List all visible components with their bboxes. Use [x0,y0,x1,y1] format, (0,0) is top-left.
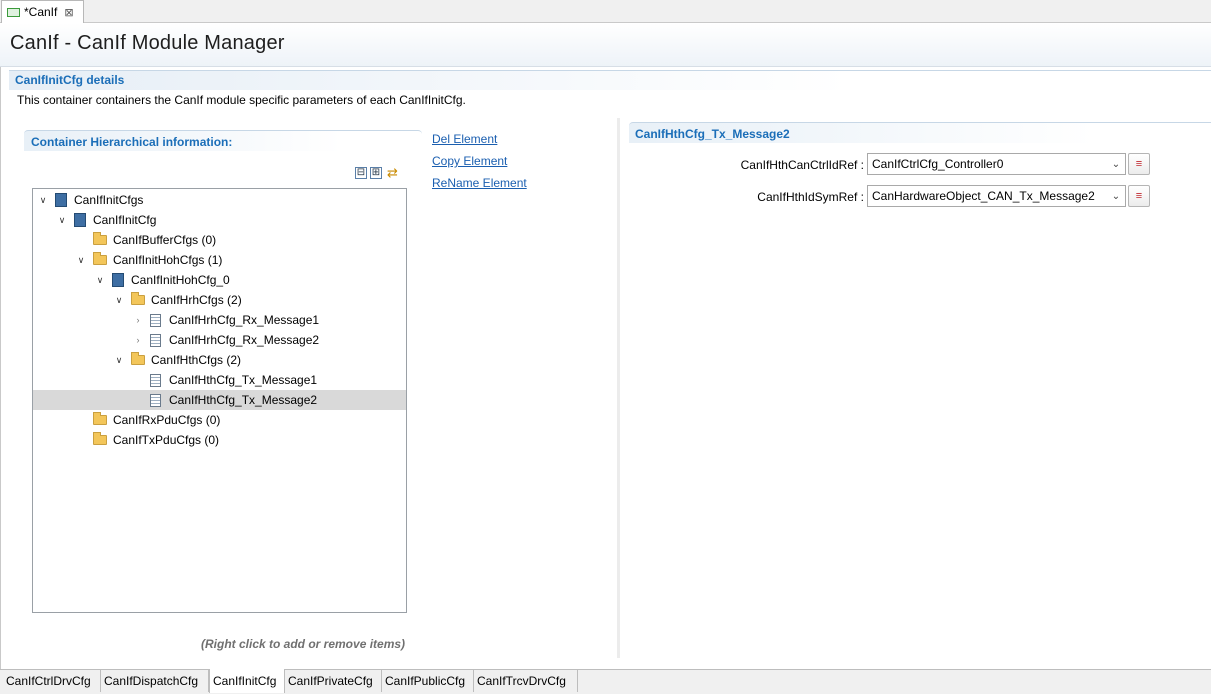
tree-item-label: CanIfInitCfgs [74,193,144,207]
tree-item-label: CanIfInitHohCfg_0 [131,273,230,287]
section-title: CanIfInitCfg details [15,73,125,87]
doc-icon [150,393,161,407]
chevron-right-icon[interactable]: › [132,335,144,345]
tree-item[interactable]: › CanIfHrhCfg_Rx_Message2 [33,330,406,350]
rename-element-link[interactable]: ReName Element [432,176,527,190]
page-tab[interactable]: CanIfInitCfg [209,669,285,693]
hierarchy-header: Container Hierarchical information: [24,130,422,151]
tree-item[interactable]: ∨ CanIfHthCfgs (2) [33,350,406,370]
page-tab[interactable]: CanIfPublicCfg [382,670,474,692]
page-tab[interactable]: CanIfCtrlDrvCfg [3,670,101,692]
tree-item-label: CanIfHrhCfgs (2) [151,293,242,307]
panel-splitter[interactable] [617,118,620,658]
page-tab[interactable]: CanIfTrcvDrvCfg [474,670,578,692]
tree-item[interactable]: › CanIfHrhCfg_Rx_Message1 [33,310,406,330]
page-title: CanIf - CanIf Module Manager [10,32,285,54]
doc-icon [150,373,161,387]
section-header: CanIfInitCfg details [9,70,1211,90]
link-with-editor-icon[interactable]: ⇄ [385,166,400,179]
collapse-all-icon[interactable]: ⊟ [355,167,367,179]
book-icon [74,213,86,227]
folder-icon [93,432,107,445]
doc-icon [150,333,161,347]
chevron-down-icon[interactable]: ∨ [113,355,125,366]
chevron-down-icon[interactable]: ∨ [75,255,87,266]
tree-item-label: CanIfInitCfg [93,213,157,227]
idsymref-value: CanHardwareObject_CAN_Tx_Message2 [872,189,1095,203]
tree-item-label: CanIfHthCfgs (2) [151,353,242,367]
tree-item[interactable]: CanIfRxPduCfgs (0) [33,410,406,430]
close-icon[interactable]: ⊠ [64,6,73,19]
tree-item-label: CanIfInitHohCfgs (1) [113,253,223,267]
folder-icon [131,292,145,305]
chevron-down-icon[interactable]: ∨ [113,295,125,306]
detail-header: CanIfHthCfg_Tx_Message2 [629,122,1211,143]
tree-item[interactable]: CanIfHthCfg_Tx_Message2 [33,390,406,410]
tree-item-label: CanIfTxPduCfgs (0) [113,433,220,447]
tree-item-label: CanIfRxPduCfgs (0) [113,413,221,427]
hierarchy-title: Container Hierarchical information: [31,135,233,149]
folder-icon [131,352,145,365]
idsymref-label: CanIfHthIdSymRef : [757,190,864,204]
chevron-down-icon[interactable]: ∨ [56,215,68,226]
tree-item[interactable]: ∨ CanIfInitCfgs [33,190,406,210]
tree-item[interactable]: ∨ CanIfInitHohCfg_0 [33,270,406,290]
del-element-link[interactable]: Del Element [432,132,497,146]
frame-border [0,23,1,669]
chevron-down-icon[interactable]: ⌄ [1107,159,1125,170]
editor-tab-strip: *CanIf ⊠ [0,0,1211,23]
editor-tab-canif[interactable]: *CanIf ⊠ [1,0,84,23]
chevron-right-icon[interactable]: › [132,315,144,325]
form-header: CanIf - CanIf Module Manager [0,23,1211,67]
folder-icon [93,252,107,265]
tree-toolbar: ⊟ ⊞ ⇄ [355,166,400,179]
idsymref-select[interactable]: CanHardwareObject_CAN_Tx_Message2 ⌄ [867,185,1126,207]
page-tab[interactable]: CanIfDispatchCfg [101,670,209,692]
tree-item[interactable]: CanIfBufferCfgs (0) [33,230,406,250]
page-tab[interactable]: CanIfPrivateCfg [285,670,382,692]
doc-icon [150,313,161,327]
page-tab-bar: CanIfCtrlDrvCfg CanIfDispatchCfg CanIfInit… [0,669,1211,694]
editor-tab-label: *CanIf [24,5,58,19]
cancrtlidref-select[interactable]: CanIfCtrlCfg_Controller0 ⌄ [867,153,1126,175]
section-description: This container containers the CanIf modu… [17,93,466,107]
cancrtlidref-list-button[interactable]: ≡ [1128,153,1150,175]
tree-item-label: CanIfHrhCfg_Rx_Message2 [169,333,320,347]
chevron-down-icon[interactable]: ∨ [94,275,106,286]
folder-icon [93,232,107,245]
tree-item-label: CanIfBufferCfgs (0) [113,233,217,247]
list-icon: ≡ [1135,190,1143,202]
tree-item[interactable]: CanIfHthCfg_Tx_Message1 [33,370,406,390]
tree-item[interactable]: ∨ CanIfInitHohCfgs (1) [33,250,406,270]
tree-item[interactable]: CanIfTxPduCfgs (0) [33,430,406,450]
tree-item[interactable]: ∨ CanIfHrhCfgs (2) [33,290,406,310]
file-icon [7,7,20,17]
tree-item-label: CanIfHrhCfg_Rx_Message1 [169,313,320,327]
book-icon [55,193,67,207]
idsymref-list-button[interactable]: ≡ [1128,185,1150,207]
detail-title: CanIfHthCfg_Tx_Message2 [635,127,790,141]
expand-all-icon[interactable]: ⊞ [370,167,382,179]
tree-item-label: CanIfHthCfg_Tx_Message2 [169,393,318,407]
cancrtlidref-value: CanIfCtrlCfg_Controller0 [872,157,1004,171]
copy-element-link[interactable]: Copy Element [432,154,507,168]
tree-item[interactable]: ∨ CanIfInitCfg [33,210,406,230]
list-icon: ≡ [1135,158,1143,170]
tree-item-label: CanIfHthCfg_Tx_Message1 [169,373,318,387]
right-click-hint: (Right click to add or remove items) [201,637,406,651]
cancrtlidref-label: CanIfHthCanCtrlIdRef : [740,158,864,172]
folder-icon [93,412,107,425]
container-tree[interactable]: ∨ CanIfInitCfgs ∨ CanIfInitCfg CanIfBufferCf… [32,188,407,613]
chevron-down-icon[interactable]: ∨ [37,195,49,206]
chevron-down-icon[interactable]: ⌄ [1107,191,1125,202]
book-icon [112,273,124,287]
